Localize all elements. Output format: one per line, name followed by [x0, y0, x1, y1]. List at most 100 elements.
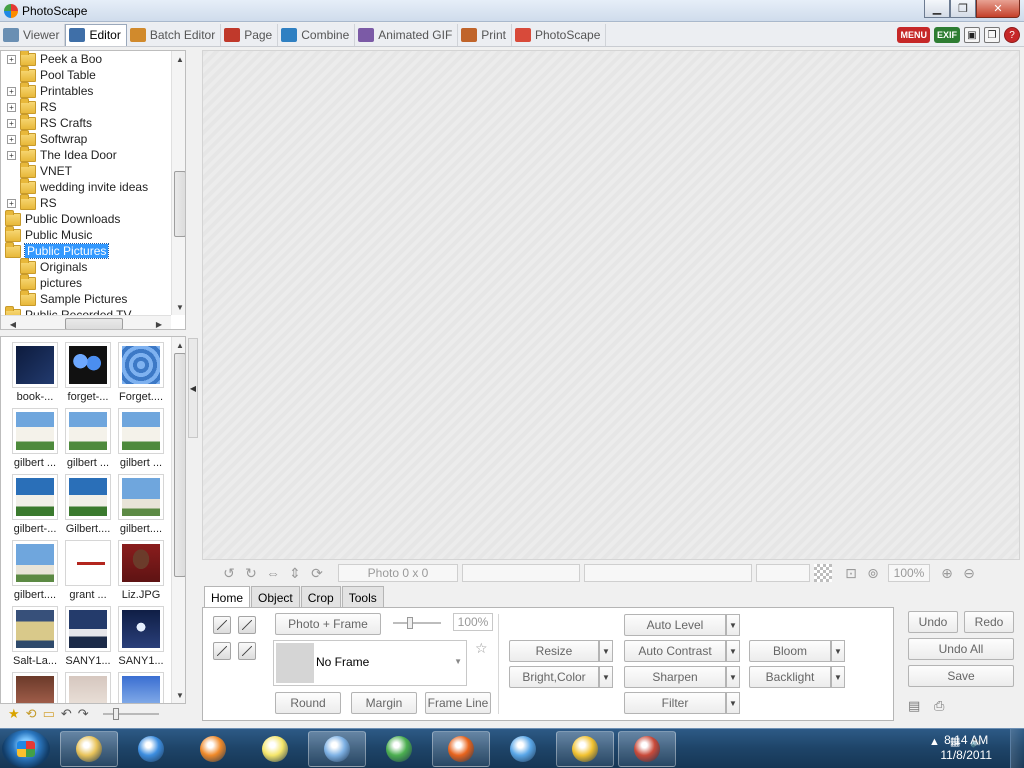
- taskbar-internet-explorer[interactable]: [122, 731, 180, 767]
- backlight-dropdown-icon[interactable]: ▼: [831, 666, 845, 688]
- folder-tree-hscroll[interactable]: ◀ ▶: [1, 315, 171, 329]
- clock[interactable]: 8:14 AM 11/8/2011: [940, 733, 992, 763]
- thumbnail-item[interactable]: Forget....: [115, 342, 167, 403]
- tree-item[interactable]: + RS: [7, 193, 57, 211]
- rotate-free-icon[interactable]: ⟳: [306, 564, 328, 582]
- thumbnail-item[interactable]: grant ...: [62, 540, 114, 601]
- show-desktop-button[interactable]: [1010, 729, 1024, 768]
- taskbar-sticky-notes[interactable]: [246, 731, 304, 767]
- expand-icon[interactable]: +: [7, 54, 16, 64]
- scroll-right-icon[interactable]: ▶: [151, 316, 167, 329]
- backlight-button[interactable]: Backlight: [749, 666, 831, 688]
- flip-vertical-icon[interactable]: ⇕: [284, 564, 306, 582]
- save-as-icon[interactable]: ▤: [908, 698, 920, 714]
- start-button[interactable]: [2, 730, 50, 768]
- slider-knob[interactable]: [407, 617, 413, 629]
- minimize-button[interactable]: ▁: [924, 0, 950, 18]
- auto-contrast-button[interactable]: Auto Contrast: [624, 640, 726, 662]
- editor-tab-object[interactable]: Object: [251, 586, 300, 608]
- editor-tab-home[interactable]: Home: [204, 586, 251, 609]
- tree-item[interactable]: Public Recorded TV: [1, 305, 132, 315]
- folder-icon[interactable]: ▭: [43, 706, 55, 722]
- taskbar-control-panel[interactable]: [308, 731, 366, 767]
- folder-tree-vscroll[interactable]: ▲ ▼: [171, 51, 185, 315]
- tree-item[interactable]: Pool Table: [7, 65, 96, 83]
- tab-viewer[interactable]: Viewer: [0, 23, 66, 46]
- tree-item[interactable]: Public Pictures: [1, 241, 110, 259]
- close-button[interactable]: ✕: [976, 0, 1020, 18]
- thumbnail-item[interactable]: Liz.JPG: [115, 540, 167, 601]
- tree-item[interactable]: pictures: [7, 273, 82, 291]
- flip-horizontal-icon[interactable]: ⇔: [262, 564, 284, 582]
- taskbar-favorites-app[interactable]: [556, 731, 614, 767]
- tree-item[interactable]: wedding invite ideas: [7, 177, 148, 195]
- auto-level-button[interactable]: Auto Level: [624, 614, 726, 636]
- rotate-b-icon[interactable]: [238, 616, 256, 634]
- copy-icon[interactable]: ❐: [984, 27, 1000, 43]
- thumbnail-item[interactable]: [62, 672, 114, 703]
- film-icon[interactable]: ▣: [964, 27, 980, 43]
- round-button[interactable]: Round: [275, 692, 341, 714]
- redo-button[interactable]: Redo: [964, 611, 1014, 633]
- thumbnail-item[interactable]: gilbert ...: [62, 408, 114, 469]
- frame-selector[interactable]: No Frame ▼: [273, 640, 467, 686]
- thumbnail-item[interactable]: forget-...: [62, 342, 114, 403]
- tray-expand-icon[interactable]: ▲: [929, 736, 940, 748]
- scroll-left-icon[interactable]: ◀: [5, 316, 21, 329]
- zoom-out-icon[interactable]: ⊖: [958, 564, 980, 582]
- zoom-field[interactable]: 100%: [888, 564, 930, 582]
- rotate-left-icon[interactable]: ↺: [218, 564, 240, 582]
- taskbar-chrome[interactable]: [370, 731, 428, 767]
- chevron-down-icon[interactable]: ▼: [454, 657, 462, 666]
- margin-button[interactable]: Margin: [351, 692, 417, 714]
- frame-opacity-slider[interactable]: [393, 616, 441, 630]
- taskbar-media-player[interactable]: [184, 731, 242, 767]
- expand-icon[interactable]: +: [7, 86, 16, 96]
- rotate-a-icon[interactable]: [213, 616, 231, 634]
- frame-percent-field[interactable]: 100%: [453, 613, 493, 631]
- thumbnail-item[interactable]: SANY1...: [115, 606, 167, 667]
- taskbar-firefox[interactable]: [432, 731, 490, 767]
- rotate-right-icon[interactable]: ↻: [240, 564, 262, 582]
- scroll-up-icon[interactable]: ▲: [172, 337, 185, 353]
- exif-button[interactable]: EXIF: [933, 27, 960, 43]
- zoom-in-icon[interactable]: ⊕: [936, 564, 958, 582]
- editor-tab-crop[interactable]: Crop: [300, 586, 341, 608]
- hscroll-thumb[interactable]: [65, 318, 123, 329]
- thumbnail-item[interactable]: book-...: [9, 342, 61, 403]
- scroll-up-icon[interactable]: ▲: [172, 51, 185, 67]
- auto-contrast-dropdown-icon[interactable]: ▼: [726, 640, 740, 662]
- thumbnail-item[interactable]: gilbert ...: [115, 408, 167, 469]
- tree-item[interactable]: Originals: [7, 257, 87, 275]
- thumbnail-item[interactable]: Salt-La...: [9, 606, 61, 667]
- save-button[interactable]: Save: [908, 665, 1014, 687]
- scroll-down-icon[interactable]: ▼: [172, 299, 185, 315]
- tab-editor[interactable]: Editor: [65, 23, 127, 46]
- expand-icon[interactable]: +: [7, 102, 16, 112]
- expand-icon[interactable]: +: [7, 134, 16, 144]
- tree-item[interactable]: + Peek a Boo: [7, 51, 102, 67]
- tab-photoscape[interactable]: PhotoScape: [512, 23, 607, 46]
- resize-dropdown-icon[interactable]: ▼: [599, 640, 613, 662]
- fit-screen-icon[interactable]: ⊡: [840, 564, 862, 582]
- auto-level-dropdown-icon[interactable]: ▼: [726, 614, 740, 636]
- bright-color-button[interactable]: Bright,Color: [509, 666, 599, 688]
- scroll-thumb[interactable]: [174, 171, 185, 237]
- thumbnail-item[interactable]: SANY1...: [62, 606, 114, 667]
- thumbnail-vscroll[interactable]: ▲ ▼: [171, 337, 185, 703]
- tree-item[interactable]: Sample Pictures: [7, 289, 127, 307]
- forward-arrow-icon[interactable]: ↷: [78, 706, 89, 722]
- frame-line-button[interactable]: Frame Line: [425, 692, 491, 714]
- tree-item[interactable]: + Softwrap: [7, 129, 87, 147]
- tab-print[interactable]: Print: [458, 23, 512, 46]
- filter-dropdown-icon[interactable]: ▼: [726, 692, 740, 714]
- tree-item[interactable]: Public Downloads: [1, 209, 120, 227]
- photo-frame-button[interactable]: Photo + Frame: [275, 613, 381, 635]
- rotate-c-icon[interactable]: [213, 642, 231, 660]
- thumbnail-item[interactable]: gilbert....: [9, 540, 61, 601]
- tab-page[interactable]: Page: [221, 23, 279, 46]
- bright-color-dropdown-icon[interactable]: ▼: [599, 666, 613, 688]
- menu-button[interactable]: MENU: [897, 27, 930, 43]
- tree-item[interactable]: + RS Crafts: [7, 113, 92, 131]
- sharpen-button[interactable]: Sharpen: [624, 666, 726, 688]
